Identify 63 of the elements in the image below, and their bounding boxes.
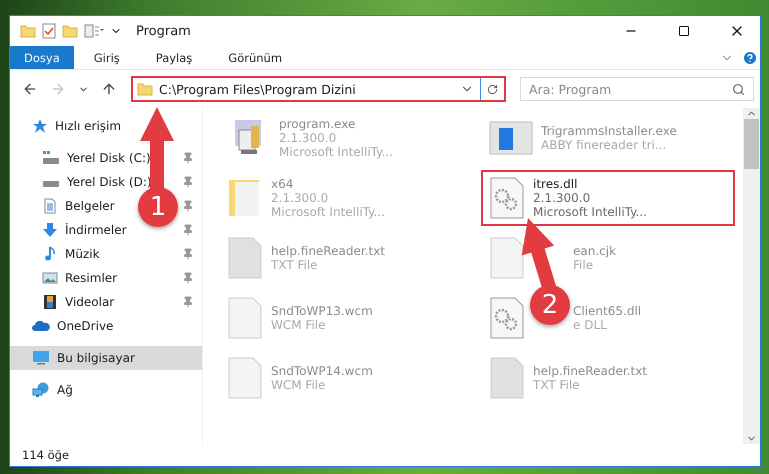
refresh-icon xyxy=(487,82,498,96)
network-icon xyxy=(32,382,50,398)
file-icon xyxy=(489,356,525,400)
search-icon xyxy=(732,82,745,96)
picture-icon xyxy=(42,270,58,286)
cloud-icon xyxy=(32,318,50,334)
ribbon-tab[interactable]: Dosya xyxy=(10,46,74,69)
file-detail: Microsoft IntelliTy... xyxy=(271,205,385,219)
file-detail: TXT File xyxy=(271,258,319,272)
nav-item[interactable]: Müzik xyxy=(65,247,100,261)
ribbon-tab[interactable]: Paylaş xyxy=(140,46,208,69)
nav-item[interactable]: İndirmeler xyxy=(65,223,127,237)
item-count: 114 öğe xyxy=(22,448,70,462)
nav-item[interactable]: Videolar xyxy=(65,295,114,309)
drive-icon xyxy=(42,180,60,188)
help-icon[interactable] xyxy=(742,50,758,66)
folder-icon xyxy=(137,81,153,97)
file-detail: 2.1.300.0 xyxy=(271,191,330,205)
file-detail: Microsoft IntelliTy... xyxy=(533,205,647,219)
nav-item[interactable]: Yerel Disk (D:) xyxy=(67,175,152,189)
download-icon xyxy=(42,222,58,238)
film-icon xyxy=(42,294,58,310)
window-title: Program xyxy=(136,24,192,38)
file-icon xyxy=(227,296,263,340)
nav-item[interactable]: Hızlı erişim xyxy=(55,119,122,133)
view-icon xyxy=(84,24,104,38)
maximize-icon xyxy=(678,25,690,37)
nav-item[interactable]: Bu bilgisayar xyxy=(57,351,135,365)
computer-icon xyxy=(32,350,50,366)
document-icon xyxy=(42,198,58,214)
nav-item[interactable]: Belgeler xyxy=(65,199,115,213)
ribbon-tab[interactable]: Giriş xyxy=(78,46,136,69)
file-detail: Microsoft IntelliTy... xyxy=(279,145,393,159)
folder-icon xyxy=(20,23,36,39)
scroll-thumb[interactable] xyxy=(744,119,759,169)
address-bar[interactable]: C:\Program Files\Program Dizini xyxy=(131,76,506,102)
file-name[interactable]: itres.dll xyxy=(533,177,647,191)
ribbon-tab[interactable]: Görünüm xyxy=(212,46,298,69)
file-detail: WCM File xyxy=(271,378,326,392)
music-note-icon xyxy=(42,246,58,262)
gear-file-icon xyxy=(489,176,525,220)
nav-item[interactable]: Resimler xyxy=(65,271,118,285)
file-icon xyxy=(489,236,525,280)
file-detail: File xyxy=(573,258,594,272)
search-field[interactable]: Ara: Program xyxy=(520,77,754,101)
nav-item[interactable]: OneDrive xyxy=(57,319,114,333)
nav-item[interactable]: Yerel Disk (C:) xyxy=(67,151,151,165)
file-detail: 2.1.300.0 xyxy=(279,131,338,145)
window-icon xyxy=(489,120,533,156)
file-icon xyxy=(227,356,263,400)
gear-file-icon xyxy=(489,296,525,340)
file-detail: 2.1.300.0 xyxy=(533,191,592,205)
file-detail: WCM File xyxy=(271,318,326,332)
new-folder-icon xyxy=(62,23,78,39)
properties-icon xyxy=(42,23,56,39)
scrollbar[interactable] xyxy=(743,108,760,444)
nav-item[interactable]: Ağ xyxy=(57,383,73,397)
file-detail: e DLL xyxy=(573,318,608,332)
drive-icon xyxy=(42,150,60,166)
file-detail: TXT File xyxy=(533,378,581,392)
file-detail: ABBY finereader tri... xyxy=(541,138,668,152)
file-icon xyxy=(227,236,263,280)
star-icon xyxy=(32,118,48,134)
